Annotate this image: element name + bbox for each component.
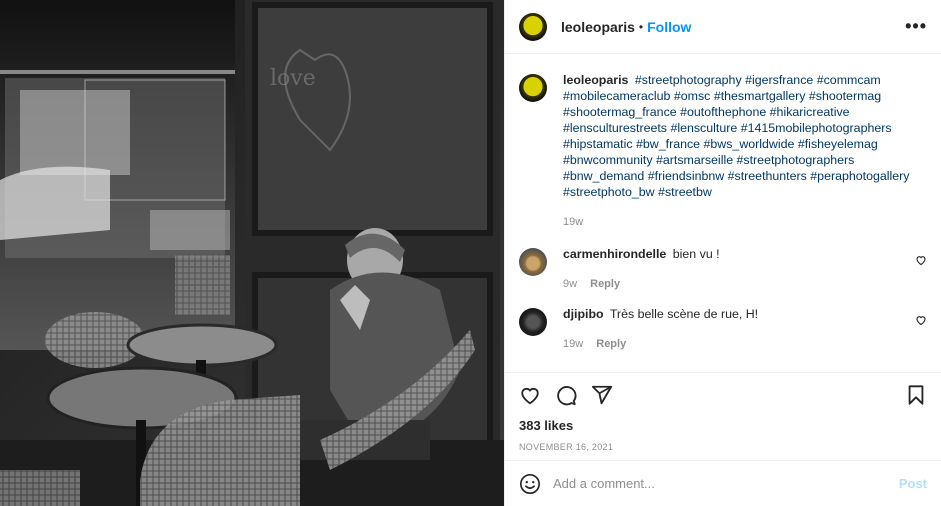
reply-button[interactable]: Reply (596, 338, 626, 350)
comment-meta: 19w Reply (563, 336, 903, 352)
add-comment-bar: Post (505, 460, 941, 506)
comment-time[interactable]: 19w (563, 338, 583, 350)
caption-username[interactable]: leoleoparis (563, 73, 628, 87)
comments-list[interactable]: leoleoparis #streetphotography #igersfra… (505, 54, 941, 372)
comment-username[interactable]: djipibo (563, 307, 604, 321)
author-avatar[interactable] (519, 12, 547, 41)
caption-avatar[interactable] (519, 74, 547, 102)
post-photo[interactable]: love (0, 0, 504, 506)
post-date[interactable]: NOVEMBER 16, 2021 (505, 436, 941, 460)
caption-meta: 19w (563, 214, 923, 230)
separator-dot: • (638, 19, 644, 34)
likes-count[interactable]: 383 likes (505, 416, 941, 436)
comment-icon[interactable] (555, 384, 577, 406)
comment-avatar[interactable] (519, 308, 547, 336)
comment-text: bien vu ! (672, 247, 720, 261)
caption: leoleoparis #streetphotography #igersfra… (519, 72, 927, 230)
caption-hashtags[interactable]: #streetphotography #igersfrance #commcam… (563, 73, 909, 199)
more-options-button[interactable]: ••• (905, 16, 927, 37)
heart-icon[interactable] (519, 384, 541, 406)
bookmark-icon[interactable] (905, 384, 927, 406)
post-comment-button[interactable]: Post (899, 476, 927, 491)
comment-meta: 9w Reply (563, 276, 903, 292)
comment-item: djipibo Très belle scène de rue, H! 19w … (519, 306, 927, 352)
comment-avatar[interactable] (519, 248, 547, 276)
smiley-icon[interactable] (519, 473, 541, 495)
post-header: leoleoparis • Follow ••• (505, 0, 941, 54)
caption-time[interactable]: 19w (563, 216, 583, 228)
reply-button[interactable]: Reply (590, 278, 620, 290)
author-username[interactable]: leoleoparis (561, 19, 635, 35)
paper-plane-icon[interactable] (591, 384, 613, 406)
follow-button[interactable]: Follow (647, 19, 691, 35)
comment-username[interactable]: carmenhirondelle (563, 247, 666, 261)
street-photo-illustration: love (0, 0, 504, 506)
instagram-post-modal: love leoleoparis • Follow ••• leoleopari… (0, 0, 941, 506)
comment-time[interactable]: 9w (563, 278, 577, 290)
comment-text: Très belle scène de rue, H! (609, 307, 759, 321)
comment-item: carmenhirondelle bien vu ! 9w Reply (519, 246, 927, 292)
svg-text:love: love (270, 66, 316, 91)
comment-heart-icon[interactable] (915, 254, 927, 266)
action-bar (505, 372, 941, 416)
add-comment-input[interactable] (553, 476, 899, 491)
post-side-panel: leoleoparis • Follow ••• leoleoparis #st… (504, 0, 941, 506)
comment-heart-icon[interactable] (915, 314, 927, 326)
